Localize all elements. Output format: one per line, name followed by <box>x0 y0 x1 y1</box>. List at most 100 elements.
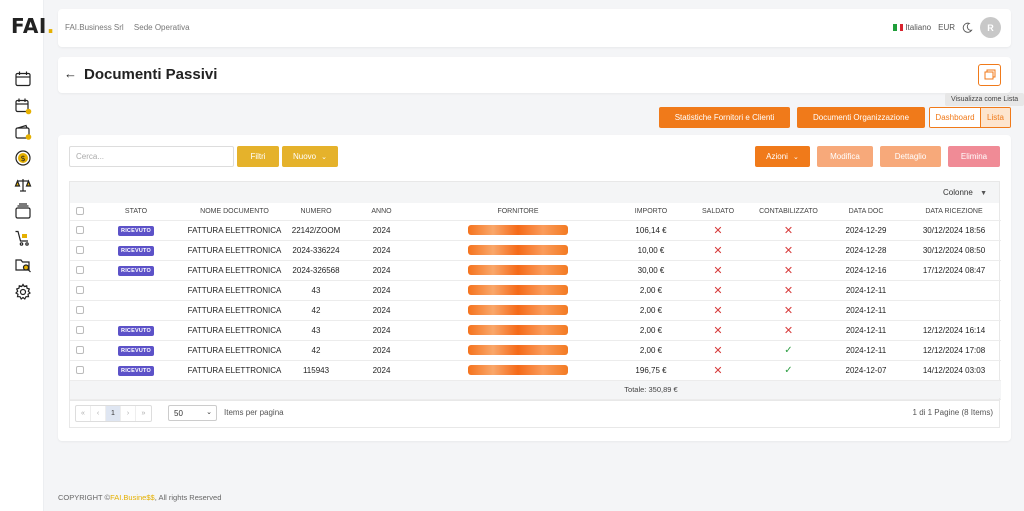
next-page-button[interactable]: › <box>121 406 136 421</box>
scale-icon[interactable] <box>14 176 32 194</box>
svg-text:$: $ <box>20 154 25 163</box>
table-row[interactable]: RICEVUTO FATTURA ELETTRONICA 22142/ZOOM 202… <box>70 220 1001 241</box>
total-row: Totale: 350,89 € <box>70 380 1001 400</box>
modifica-button[interactable]: Modifica <box>817 146 873 167</box>
table-row[interactable]: RICEVUTO FATTURA ELETTRONICA 115943 2024 196… <box>70 360 1001 381</box>
fornitore-cell <box>418 360 618 381</box>
fornitore-cell <box>418 340 618 361</box>
x-mark-icon: ✕ <box>713 244 723 257</box>
dashboard-view-button[interactable]: Dashboard <box>930 108 981 127</box>
x-mark-icon: ✕ <box>713 224 723 237</box>
data-doc-cell: 2024-12-11 <box>825 340 907 361</box>
row-checkbox[interactable] <box>70 360 90 381</box>
table-row[interactable]: FATTURA ELETTRONICA 42 2024 2,00 € ✕ ✕ 2024-12… <box>70 300 1001 321</box>
anno-cell: 2024 <box>345 220 418 241</box>
nome-documento-cell: FATTURA ELETTRONICA <box>182 260 287 281</box>
last-page-button[interactable]: » <box>136 406 151 421</box>
table-row[interactable]: RICEVUTO FATTURA ELETTRONICA 43 2024 2,00 € ✕… <box>70 320 1001 341</box>
header-importo[interactable]: IMPORTO <box>618 203 684 221</box>
header-nome-documento[interactable]: NOME DOCUMENTO <box>182 203 287 221</box>
company-name[interactable]: FAI.Business Srl <box>65 23 124 32</box>
documenti-organizzazione-button[interactable]: Documenti Organizzazione <box>797 107 925 128</box>
logo[interactable]: FAI. <box>11 14 55 38</box>
dark-mode-moon-icon[interactable] <box>962 22 973 33</box>
avatar[interactable]: R <box>980 17 1001 38</box>
calendar-icon[interactable] <box>14 70 32 88</box>
folder-stack-icon[interactable] <box>14 202 32 220</box>
row-checkbox[interactable] <box>70 220 90 241</box>
page-title: Documenti Passivi <box>84 66 218 83</box>
header-saldato[interactable]: SALDATO <box>684 203 752 221</box>
folder-search-icon[interactable] <box>14 256 32 274</box>
check-mark-icon: ✓ <box>784 364 793 376</box>
saldato-cell: ✕ <box>684 220 752 241</box>
wallet-icon[interactable] <box>14 123 32 141</box>
topbar: FAI.Business Srl Sede Operativa Italiano… <box>58 9 1011 47</box>
select-all-checkbox[interactable] <box>70 203 90 221</box>
page-1-button[interactable]: 1 <box>106 406 121 421</box>
saldato-cell: ✕ <box>684 240 752 261</box>
nome-documento-cell: FATTURA ELETTRONICA <box>182 300 287 321</box>
elimina-button[interactable]: Elimina <box>948 146 1000 167</box>
documents-table: Colonne ▼ STATO NOME DOCUMENTO NUMERO AN… <box>69 181 1001 401</box>
view-toggle: Dashboard Lista <box>929 107 1011 128</box>
data-ricezione-cell <box>907 300 1001 321</box>
language-selector[interactable]: Italiano <box>893 23 931 32</box>
documents-card: Filtri Nuovo⌄ Azioni⌄ Modifica Dettaglio… <box>58 135 1011 441</box>
footer-brand-link[interactable]: FAI.Busine$$ <box>110 493 155 502</box>
header-data-ricezione[interactable]: DATA RICEZIONE <box>907 203 1001 221</box>
stato-cell: RICEVUTO <box>90 360 182 381</box>
nuovo-dropdown-button[interactable]: Nuovo ⌄ <box>282 146 338 167</box>
header-numero[interactable]: NUMERO <box>287 203 345 221</box>
header-contabilizzato[interactable]: CONTABILIZZATO <box>752 203 825 221</box>
first-page-button[interactable]: « <box>76 406 91 421</box>
azioni-dropdown-button[interactable]: Azioni ⌄ <box>755 146 810 167</box>
back-arrow-icon[interactable]: ← <box>64 66 77 81</box>
statistiche-button[interactable]: Statistiche Fornitori e Clienti <box>659 107 790 128</box>
table-row[interactable]: FATTURA ELETTRONICA 43 2024 2,00 € ✕ ✕ 2024-12… <box>70 280 1001 301</box>
search-input[interactable] <box>69 146 234 167</box>
fornitore-cell <box>418 320 618 341</box>
numero-cell: 42 <box>287 340 345 361</box>
filters-button[interactable]: Filtri <box>237 146 279 167</box>
company-location[interactable]: Sede Operativa <box>134 23 190 32</box>
check-mark-icon: ✓ <box>784 344 793 356</box>
nome-documento-cell: FATTURA ELETTRONICA <box>182 220 287 241</box>
page-size-select[interactable]: 50 ⌄ <box>168 405 217 421</box>
nome-documento-cell: FATTURA ELETTRONICA <box>182 320 287 341</box>
row-checkbox[interactable] <box>70 240 90 261</box>
currency-selector[interactable]: EUR <box>938 23 955 32</box>
chevron-down-icon: ⌄ <box>792 153 799 161</box>
row-checkbox[interactable] <box>70 280 90 301</box>
settings-gear-icon[interactable] <box>14 283 32 301</box>
header-fornitore[interactable]: FORNITORE <box>418 203 618 221</box>
row-checkbox[interactable] <box>70 320 90 341</box>
columns-dropdown[interactable]: Colonne ▼ <box>943 188 987 197</box>
table-row[interactable]: RICEVUTO FATTURA ELETTRONICA 2024-326568 20… <box>70 260 1001 281</box>
table-row[interactable]: RICEVUTO FATTURA ELETTRONICA 2024-336224 20… <box>70 240 1001 261</box>
table-row[interactable]: RICEVUTO FATTURA ELETTRONICA 42 2024 2,00 € ✕… <box>70 340 1001 361</box>
calendar-alert-icon[interactable] <box>14 97 32 115</box>
cart-icon[interactable] <box>14 229 32 247</box>
numero-cell: 22142/ZOOM <box>287 220 345 241</box>
x-mark-icon: ✕ <box>783 324 794 337</box>
status-badge: RICEVUTO <box>118 225 154 236</box>
prev-page-button[interactable]: ‹ <box>91 406 106 421</box>
row-checkbox[interactable] <box>70 340 90 361</box>
importo-cell: 196,75 € <box>618 360 684 381</box>
list-view-button[interactable]: Lista <box>981 108 1010 127</box>
saldato-cell: ✕ <box>684 360 752 381</box>
contabilizzato-cell: ✕ <box>752 240 825 261</box>
row-checkbox[interactable] <box>70 260 90 281</box>
stato-cell: RICEVUTO <box>90 220 182 241</box>
dettaglio-button[interactable]: Dettaglio <box>880 146 941 167</box>
header-stato[interactable]: STATO <box>90 203 182 221</box>
list-view-icon <box>984 69 995 80</box>
data-ricezione-cell: 12/12/2024 16:14 <box>907 320 1001 341</box>
header-data-doc[interactable]: DATA DOC <box>825 203 907 221</box>
view-as-list-button[interactable] <box>978 64 1001 86</box>
dollar-coin-icon[interactable]: $ <box>14 149 32 167</box>
row-checkbox[interactable] <box>70 300 90 321</box>
header-anno[interactable]: ANNO <box>345 203 418 221</box>
data-ricezione-cell: 30/12/2024 18:56 <box>907 220 1001 241</box>
